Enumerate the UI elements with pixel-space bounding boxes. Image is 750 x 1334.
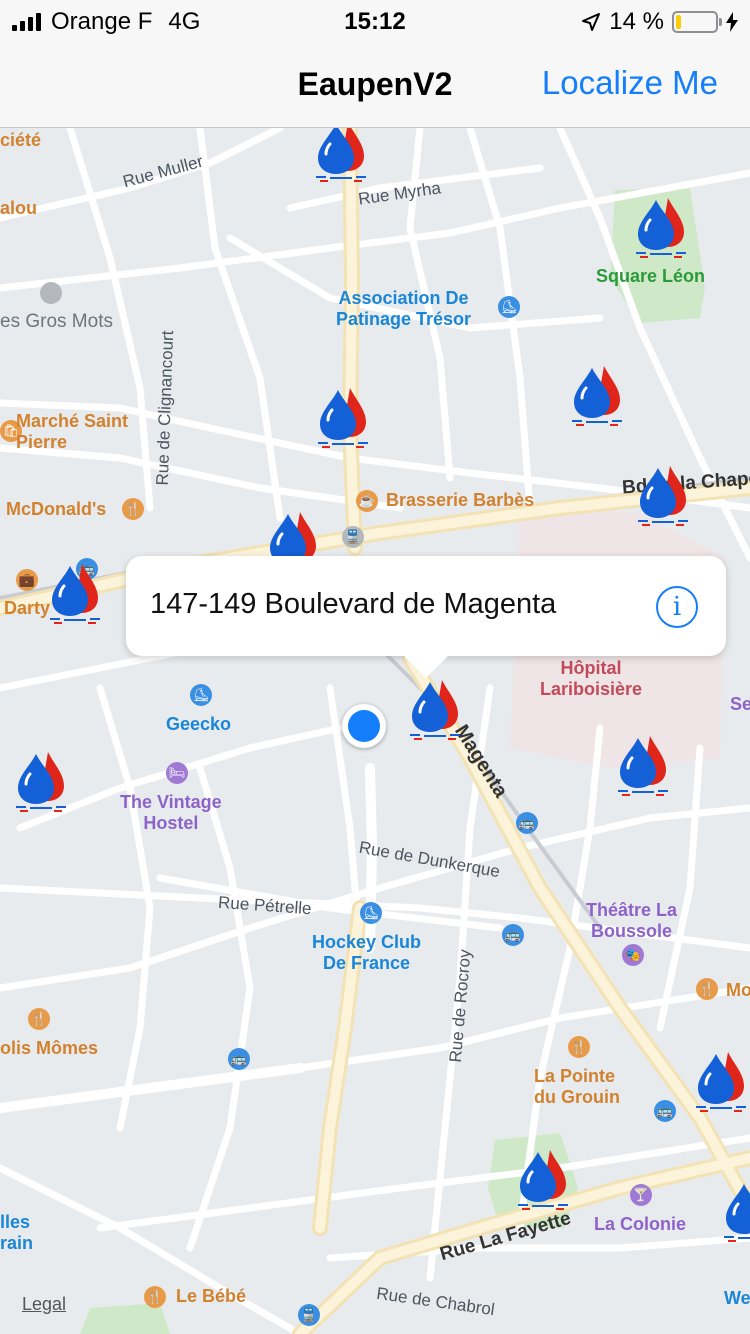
shop-icon[interactable]: 💼 — [16, 569, 38, 591]
info-button-icon[interactable]: i — [656, 586, 698, 628]
place-label: Se — [730, 694, 750, 714]
status-right: 14 % — [581, 8, 738, 36]
place-label: Marché Saint Pierre — [16, 411, 129, 452]
train-icon[interactable]: 🚆 — [342, 526, 364, 548]
place-label: Hockey Club De France — [312, 932, 422, 973]
bus-icon[interactable]: 🚌 — [654, 1100, 676, 1122]
water-drop-marker[interactable] — [718, 1178, 750, 1244]
battery-percent: 14 % — [609, 8, 664, 35]
callout-address: 147-149 Boulevard de Magenta — [150, 588, 557, 620]
annotation-callout[interactable]: 147-149 Boulevard de Magenta i — [126, 556, 726, 678]
water-drop-marker[interactable] — [10, 748, 72, 814]
charging-bolt-icon — [726, 12, 738, 32]
navigation-bar: EaupenV2 Localize Me — [0, 40, 750, 128]
place-label: We — [724, 1288, 750, 1308]
cafe-icon[interactable]: ☕ — [356, 490, 378, 512]
place-label: alou — [0, 198, 38, 218]
place-label: es Gros Mots — [0, 311, 113, 332]
battery-icon — [672, 11, 722, 33]
place-label: Geecko — [166, 714, 232, 734]
water-drop-marker[interactable] — [632, 462, 694, 528]
place-label: Mo — [726, 980, 750, 1000]
user-location-dot — [342, 704, 386, 748]
skating-icon[interactable]: ⛸ — [498, 296, 520, 318]
bus-icon[interactable]: 🚌 — [228, 1048, 250, 1070]
water-drop-marker[interactable] — [612, 732, 674, 798]
place-label: Association De Patinage Trésor — [336, 288, 472, 329]
restaurant-icon[interactable]: 🍴 — [568, 1036, 590, 1058]
localize-me-button[interactable]: Localize Me — [542, 64, 718, 102]
place-label: The Vintage Hostel — [120, 792, 222, 833]
water-drop-marker[interactable] — [404, 676, 466, 742]
place-label: Square Léon — [596, 266, 706, 286]
restaurant-icon[interactable]: 🍴 — [122, 498, 144, 520]
place-label: La Pointe du Grouin — [534, 1066, 620, 1107]
bar-icon[interactable]: 🍸 — [630, 1184, 652, 1206]
place-label: Le Bébé — [176, 1286, 247, 1306]
restaurant-icon[interactable]: 🍴 — [28, 1008, 50, 1030]
bus-icon[interactable]: 🚌 — [516, 812, 538, 834]
theatre-mask-icon[interactable]: 🎭 — [622, 944, 644, 966]
place-label: McDonald's — [6, 499, 107, 519]
place-label: olis Mômes — [0, 1038, 99, 1058]
map-view[interactable]: Rue Muller Rue Myrha Rue de Clignancourt… — [0, 128, 750, 1334]
water-drop-marker[interactable] — [312, 384, 374, 450]
water-drop-marker[interactable] — [630, 194, 692, 260]
place-label: Hôpital Lariboisière — [540, 658, 643, 699]
place-label: La Colonie — [594, 1214, 687, 1234]
poi-circle-icon[interactable] — [40, 282, 62, 304]
water-drop-marker[interactable] — [566, 362, 628, 428]
place-label: lles rain — [0, 1212, 34, 1253]
status-bar: Orange F 4G 15:12 14 % — [0, 0, 750, 40]
water-drop-marker[interactable] — [690, 1048, 750, 1114]
location-arrow-icon — [582, 13, 601, 31]
bus-icon[interactable]: 🚌 — [502, 924, 524, 946]
skating-icon[interactable]: ⛸ — [360, 902, 382, 924]
restaurant-icon[interactable]: 🍴 — [696, 978, 718, 1000]
water-drop-marker[interactable] — [512, 1146, 574, 1212]
place-label: Brasserie Barbès — [386, 490, 535, 510]
place-label: Théâtre La Boussole — [586, 900, 678, 941]
water-drop-marker[interactable] — [310, 128, 372, 184]
water-drop-marker[interactable] — [44, 560, 106, 626]
restaurant-icon[interactable]: 🍴 — [144, 1286, 166, 1308]
legal-link[interactable]: Legal — [22, 1294, 66, 1315]
place-label: ciété — [0, 130, 42, 150]
skating-icon[interactable]: ⛸ — [190, 684, 212, 706]
hostel-bed-icon[interactable]: 🛏 — [166, 762, 188, 784]
train-icon[interactable]: 🚆 — [298, 1304, 320, 1326]
